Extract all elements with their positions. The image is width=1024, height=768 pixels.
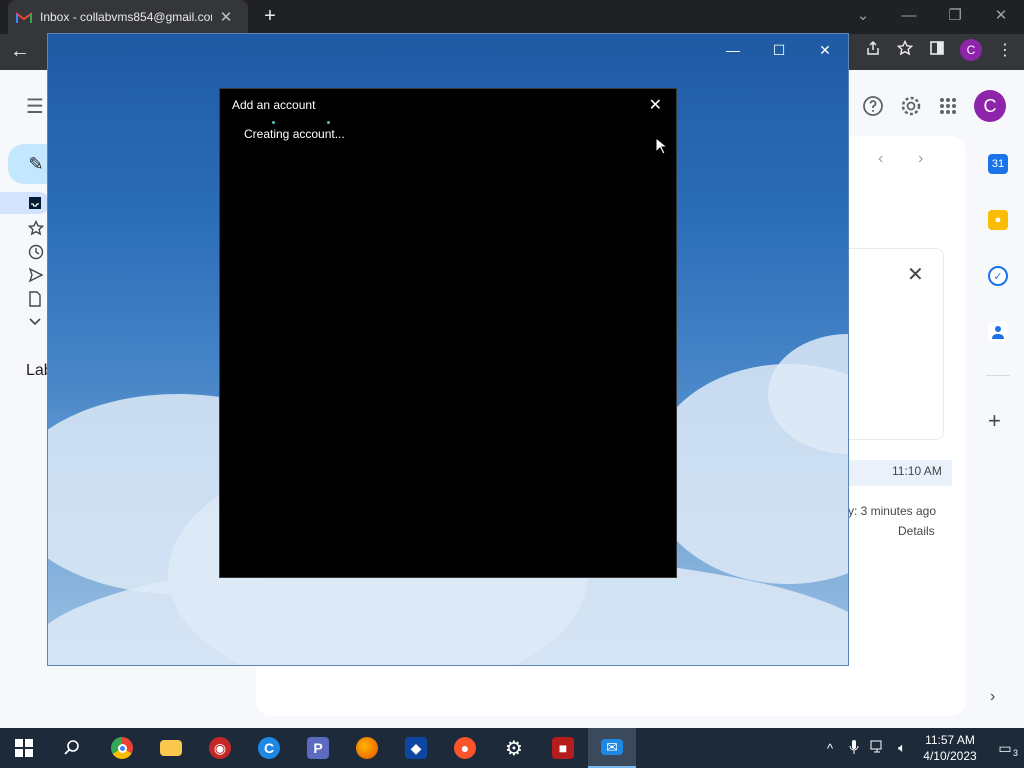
dialog-close-button[interactable]: ✕: [649, 95, 662, 115]
taskbar-pcloud[interactable]: P: [294, 728, 342, 768]
dialog-title: Add an account: [232, 98, 316, 112]
file-explorer-icon: [160, 740, 182, 756]
card-close-icon[interactable]: ✕: [907, 262, 924, 287]
star-icon: [28, 220, 44, 236]
calendar-icon[interactable]: 31: [988, 154, 1008, 174]
mail-close-button[interactable]: ✕: [802, 34, 848, 66]
taskbar-settings[interactable]: ⚙: [490, 728, 538, 768]
nav-drafts[interactable]: [0, 288, 50, 310]
microphone-icon[interactable]: [842, 739, 866, 757]
keep-icon[interactable]: ●: [988, 210, 1008, 230]
back-arrow-icon[interactable]: ←: [10, 40, 30, 63]
nav-more[interactable]: [0, 311, 50, 333]
gmail-icon: [16, 11, 32, 23]
chevron-up-icon[interactable]: ^: [818, 741, 842, 756]
side-divider: [986, 375, 1010, 376]
mail-icon: ✉: [601, 739, 623, 755]
main-menu-icon[interactable]: ☰: [26, 94, 44, 119]
profile-avatar[interactable]: C: [960, 39, 982, 61]
notification-center-button[interactable]: ▭ 3: [986, 739, 1024, 758]
tasks-icon[interactable]: ✓: [988, 266, 1008, 286]
clock-time: 11:57 AM: [925, 733, 975, 747]
mouse-cursor-icon: [655, 137, 667, 155]
mail-maximize-button[interactable]: ☐: [756, 34, 802, 66]
pencil-icon: ✎: [28, 153, 44, 174]
taskbar-ccleaner[interactable]: C: [245, 728, 293, 768]
volume-icon[interactable]: 🔈︎: [890, 740, 914, 756]
chrome-icon: [111, 737, 133, 759]
details-link[interactable]: Details: [898, 524, 935, 538]
help-icon[interactable]: [862, 95, 884, 117]
browser-title-bar: Inbox - collabvms854@gmail.com ✕ + ⌄ — ❐…: [0, 0, 1024, 34]
notification-icon: ▭: [998, 739, 1012, 756]
app-icon: ◉: [209, 737, 231, 759]
dialog-status: Creating account...: [244, 127, 345, 141]
chevron-down-icon: [29, 318, 41, 326]
minimize-button[interactable]: —: [886, 0, 932, 30]
screen-recorder-icon: ■: [552, 737, 574, 759]
defender-icon: ◆: [405, 737, 427, 759]
add-account-dialog: Add an account ✕ Creating account...: [219, 88, 677, 578]
taskbar-app[interactable]: ◉: [196, 728, 244, 768]
clock-date: 4/10/2023: [923, 749, 977, 763]
browser-tab[interactable]: Inbox - collabvms854@gmail.com ✕: [8, 0, 248, 34]
search-button[interactable]: [48, 728, 96, 768]
chevron-right-icon[interactable]: ›: [918, 150, 958, 168]
taskbar-chrome[interactable]: [98, 728, 146, 768]
nav-snoozed[interactable]: [0, 241, 50, 263]
file-icon: [29, 291, 41, 307]
windows-icon: [15, 739, 33, 757]
chevron-left-icon[interactable]: ‹: [878, 150, 918, 168]
taskbar-firefox[interactable]: [343, 728, 391, 768]
side-panel: 31 ● ✓ + ›: [972, 70, 1024, 728]
close-button[interactable]: ✕: [978, 0, 1024, 30]
contacts-icon[interactable]: [988, 322, 1008, 342]
apps-grid-icon[interactable]: [938, 96, 958, 116]
sidebar-icon[interactable]: [928, 40, 946, 61]
progress-dots: [272, 121, 332, 125]
nav-sent[interactable]: [0, 264, 50, 286]
brave-icon: ●: [454, 737, 476, 759]
notification-count: 3: [1012, 747, 1018, 758]
settings-icon: ⚙: [505, 737, 523, 760]
nav-inbox[interactable]: [0, 192, 50, 214]
restore-button[interactable]: ❐: [932, 0, 978, 30]
pcloud-icon: P: [307, 737, 329, 759]
new-tab-button[interactable]: +: [259, 4, 281, 28]
search-icon: [64, 740, 79, 755]
system-clock[interactable]: 11:57 AM 4/10/2023: [914, 732, 986, 764]
taskbar: ◉ C P ◆ ● ⚙ ■ ✉ ^ 🔈︎ 11:57 AM 4/10/2023: [0, 728, 1024, 768]
clock-icon: [28, 244, 44, 260]
taskbar-mail[interactable]: ✉: [588, 728, 636, 768]
ccleaner-icon: C: [258, 737, 280, 759]
tab-search-icon[interactable]: ⌄: [840, 0, 886, 30]
share-icon[interactable]: [864, 40, 882, 61]
network-icon[interactable]: [866, 740, 890, 757]
send-icon: [28, 267, 44, 283]
inbox-icon: [29, 197, 41, 209]
nav-starred[interactable]: [0, 217, 50, 239]
tab-close-icon[interactable]: ✕: [218, 8, 234, 26]
star-icon[interactable]: [896, 39, 914, 61]
message-time: 11:10 AM: [892, 464, 942, 478]
tab-title: Inbox - collabvms854@gmail.com: [40, 10, 212, 24]
firefox-icon: [356, 737, 378, 759]
more-menu-icon[interactable]: ⋮: [996, 40, 1014, 60]
add-addon-icon[interactable]: +: [988, 408, 1001, 434]
chevron-right-icon[interactable]: ›: [990, 688, 995, 706]
taskbar-defender[interactable]: ◆: [392, 728, 440, 768]
start-button[interactable]: [0, 728, 48, 768]
taskbar-brave[interactable]: ●: [441, 728, 489, 768]
mail-minimize-button[interactable]: —: [710, 34, 756, 66]
taskbar-file-explorer[interactable]: [147, 728, 195, 768]
taskbar-screen-recorder[interactable]: ■: [539, 728, 587, 768]
settings-gear-icon[interactable]: [900, 95, 922, 117]
